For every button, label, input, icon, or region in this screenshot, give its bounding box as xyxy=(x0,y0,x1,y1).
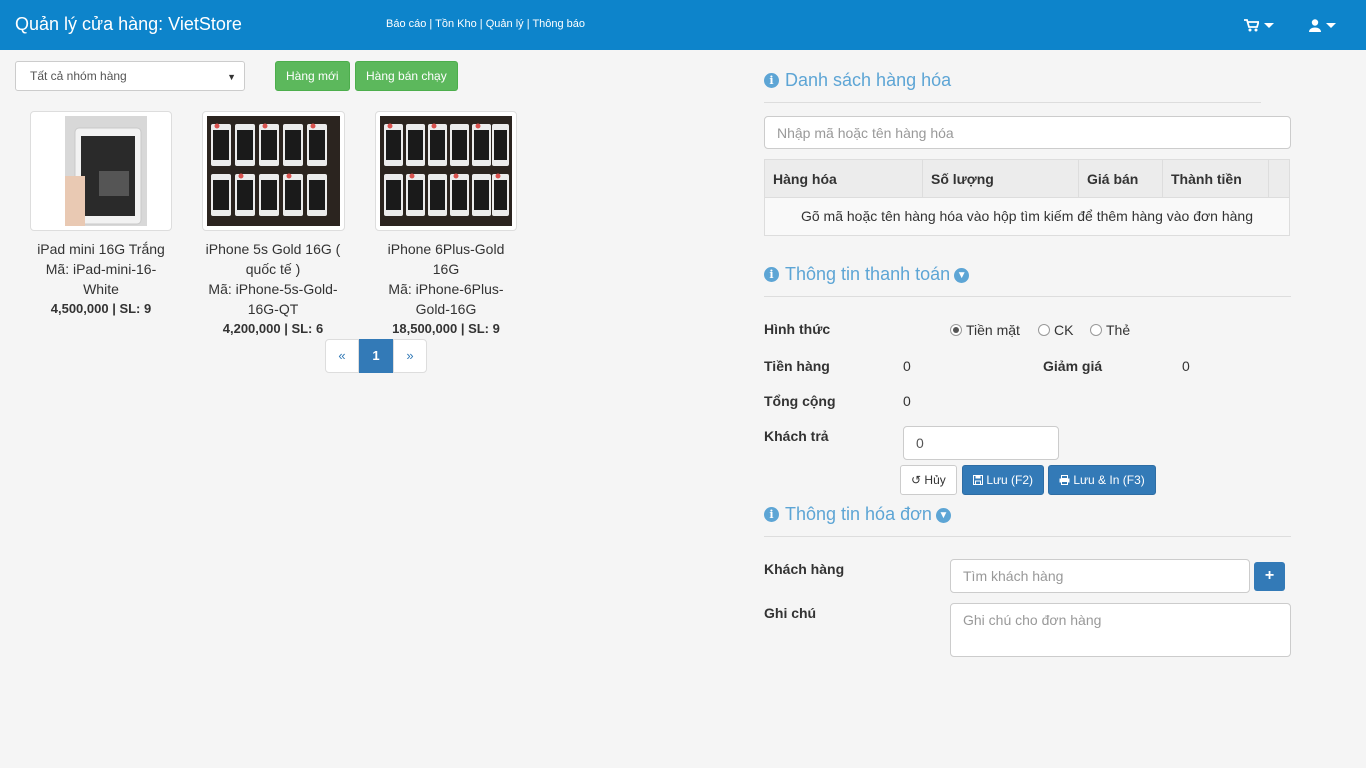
undo-icon: ↺ xyxy=(911,473,922,487)
product-group-select[interactable]: Tất cả nhóm hàng ▼ xyxy=(15,61,245,91)
column-header-quantity: Số lượng xyxy=(923,160,1079,198)
product-code: Mã: iPhone-5s-Gold-16G-QT xyxy=(208,281,338,317)
radio-unchecked-icon xyxy=(1038,324,1050,336)
save-button-label: Lưu (F2) xyxy=(986,473,1034,487)
pagination-next[interactable]: » xyxy=(393,339,427,373)
note-label: Ghi chú xyxy=(764,605,817,621)
goods-list-heading: i Danh sách hàng hóa xyxy=(764,70,951,91)
radio-unchecked-icon xyxy=(1090,324,1102,336)
discount-label: Giảm giá xyxy=(1043,358,1103,374)
payment-heading[interactable]: i Thông tin thanh toán ▼ xyxy=(764,264,970,285)
product-code: Mã: iPad-mini-16-White xyxy=(45,261,157,297)
save-print-button-label: Lưu & In (F3) xyxy=(1073,473,1145,487)
print-icon xyxy=(1059,475,1070,485)
payment-method-transfer-label: CK xyxy=(1054,322,1074,338)
product-group-select-value: Tất cả nhóm hàng xyxy=(30,69,127,83)
customer-paid-label: Khách trả xyxy=(764,428,829,444)
order-note-placeholder: Ghi chú cho đơn hàng xyxy=(963,612,1102,628)
payment-title: Thông tin thanh toán xyxy=(785,264,951,284)
product-card[interactable]: iPhone 5s Gold 16G ( quốc tế ) Mã: iPhon… xyxy=(200,239,346,339)
product-code: Mã: iPhone-6Plus-Gold-16G xyxy=(388,281,504,317)
product-name: iPhone 5s Gold 16G ( quốc tế ) xyxy=(205,241,341,277)
nav-link-inventory[interactable]: Tồn Kho xyxy=(435,18,477,30)
nav-link-manage[interactable]: Quản lý xyxy=(486,18,524,30)
customer-paid-value: 0 xyxy=(916,435,924,451)
user-menu[interactable] xyxy=(1309,16,1336,32)
save-button[interactable]: Lưu (F2) xyxy=(962,465,1045,495)
goods-list-title: Danh sách hàng hóa xyxy=(785,70,952,90)
add-customer-button[interactable]: + xyxy=(1254,562,1285,591)
nav-link-reports[interactable]: Báo cáo xyxy=(386,18,426,30)
radio-checked-icon xyxy=(950,324,962,336)
nav-links: Báo cáo | Tồn Kho | Quản lý | Thông báo xyxy=(386,18,586,30)
nav-link-notifications[interactable]: Thông báo xyxy=(532,18,585,30)
product-image-ipad xyxy=(35,116,167,226)
product-price-qty: 18,500,000 | SL: 9 xyxy=(392,321,500,336)
pagination-prev[interactable]: « xyxy=(325,339,359,373)
save-print-button[interactable]: Lưu & In (F3) xyxy=(1048,465,1156,495)
payment-method-cash-radio[interactable]: Tiền mặt xyxy=(950,322,1020,338)
table-header: Hàng hóa Số lượng Giá bán Thành tiền xyxy=(765,160,1289,198)
product-card[interactable]: iPad mini 16G Trắng Mã: iPad-mini-16-Whi… xyxy=(28,239,174,319)
info-icon: i xyxy=(764,73,779,88)
cancel-button-label: Hủy xyxy=(924,473,946,487)
customer-label: Khách hàng xyxy=(764,561,845,577)
collapse-arrow-icon[interactable]: ▼ xyxy=(954,268,970,283)
product-thumbnail[interactable] xyxy=(30,111,172,231)
product-thumbnail[interactable] xyxy=(202,111,345,231)
floppy-disk-icon xyxy=(973,475,983,485)
new-goods-button[interactable]: Hàng mới xyxy=(275,61,350,91)
product-image-iphone-5s xyxy=(207,116,340,226)
divider xyxy=(764,102,1261,103)
table-empty-message: Gõ mã hoặc tên hàng hóa vào hộp tìm kiếm… xyxy=(800,208,1254,224)
product-thumbnail[interactable] xyxy=(375,111,517,231)
cart-menu[interactable] xyxy=(1244,16,1274,32)
plus-icon: + xyxy=(1264,567,1275,584)
pagination: « 1 » xyxy=(325,339,427,373)
payment-method-transfer-radio[interactable]: CK xyxy=(1038,322,1073,338)
customer-search-input[interactable]: Tìm khách hàng xyxy=(950,559,1250,593)
column-header-amount: Thành tiền xyxy=(1163,160,1269,198)
chevron-down-icon xyxy=(1264,22,1274,28)
payment-method-card-label: Thẻ xyxy=(1106,322,1131,338)
column-header-goods: Hàng hóa xyxy=(765,160,923,198)
shopping-cart-icon xyxy=(1244,18,1260,32)
best-selling-button[interactable]: Hàng bán chạy xyxy=(355,61,458,91)
chevron-down-icon xyxy=(1326,22,1336,28)
cancel-button[interactable]: ↺ Hủy xyxy=(900,465,957,495)
total-label: Tổng cộng xyxy=(764,393,836,409)
product-price-qty: 4,500,000 | SL: 9 xyxy=(50,301,152,316)
info-icon: i xyxy=(764,507,779,522)
product-name: iPhone 6Plus-Gold 16G xyxy=(387,241,505,277)
divider xyxy=(764,296,1291,297)
order-note-textarea[interactable]: Ghi chú cho đơn hàng xyxy=(950,603,1291,657)
column-header-price: Giá bán xyxy=(1079,160,1163,198)
collapse-arrow-icon[interactable]: ▼ xyxy=(935,508,951,523)
goods-search-placeholder: Nhập mã hoặc tên hàng hóa xyxy=(777,125,954,141)
total-value: 0 xyxy=(903,393,911,409)
payment-method-card-radio[interactable]: Thẻ xyxy=(1090,322,1130,338)
product-name: iPad mini 16G Trắng xyxy=(37,241,165,257)
product-price-qty: 4,200,000 | SL: 6 xyxy=(222,321,324,336)
goods-search-input[interactable]: Nhập mã hoặc tên hàng hóa xyxy=(764,116,1291,149)
pagination-page-current[interactable]: 1 xyxy=(359,339,393,373)
customer-paid-input[interactable]: 0 xyxy=(903,426,1059,460)
product-card[interactable]: iPhone 6Plus-Gold 16G Mã: iPhone-6Plus-G… xyxy=(373,239,519,339)
invoice-title: Thông tin hóa đơn xyxy=(785,504,932,524)
payment-method-cash-label: Tiền mặt xyxy=(966,322,1020,338)
order-items-table: Hàng hóa Số lượng Giá bán Thành tiền Gõ … xyxy=(764,159,1290,236)
discount-value: 0 xyxy=(1182,358,1190,374)
divider xyxy=(764,536,1291,537)
app-title[interactable]: Quản lý cửa hàng: VietStore xyxy=(15,14,242,35)
product-image-iphone-6plus xyxy=(380,116,512,226)
subtotal-value: 0 xyxy=(903,358,911,374)
payment-method-label: Hình thức xyxy=(764,321,831,337)
customer-search-placeholder: Tìm khách hàng xyxy=(963,568,1064,584)
top-navbar: Quản lý cửa hàng: VietStore Báo cáo | Tồ… xyxy=(0,0,1366,50)
subtotal-label: Tiền hàng xyxy=(764,358,830,374)
info-icon: i xyxy=(764,267,779,282)
dropdown-arrow-icon: ▼ xyxy=(227,72,236,82)
user-icon xyxy=(1309,19,1321,32)
invoice-heading[interactable]: i Thông tin hóa đơn ▼ xyxy=(764,504,951,525)
